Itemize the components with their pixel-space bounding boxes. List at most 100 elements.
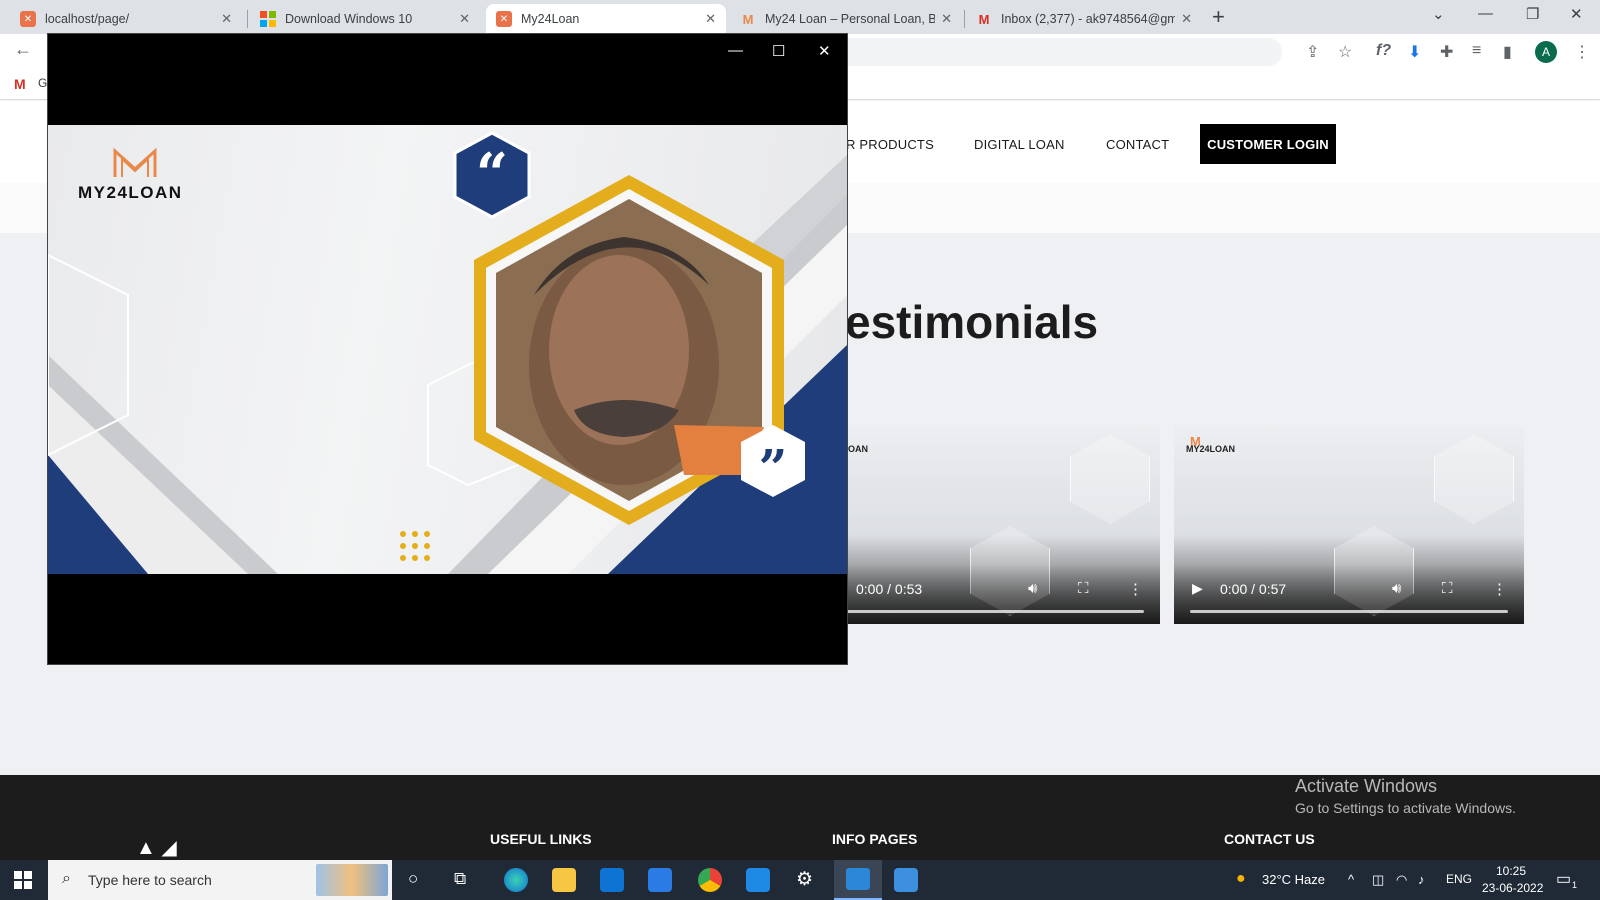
maximize-icon[interactable]: ☐ <box>772 42 785 60</box>
share-icon[interactable]: ⇪ <box>1306 42 1319 62</box>
bookmark-label[interactable]: G <box>38 76 47 90</box>
cortana-icon[interactable]: ○ <box>408 869 418 889</box>
mail-icon[interactable] <box>648 868 672 892</box>
video-logo: OAN <box>848 444 868 454</box>
close-icon[interactable]: ✕ <box>941 11 952 27</box>
tab-my24loan[interactable]: ✕ My24Loan ✕ <box>486 4 726 34</box>
close-icon[interactable]: ✕ <box>221 11 232 27</box>
download-extension-icon[interactable]: ⬇ <box>1408 42 1421 62</box>
active-app-indicator[interactable] <box>834 860 882 900</box>
more-options-icon[interactable]: ⋮ <box>1128 580 1143 598</box>
close-quote-icon: ” <box>741 425 805 497</box>
footer-useful-links-heading: USEFUL LINKS <box>490 831 592 847</box>
tab-separator <box>964 10 965 28</box>
testimonials-heading: estimonials <box>845 296 1099 348</box>
tab-gmail-inbox[interactable]: M Inbox (2,377) - ak9748564@gma ✕ <box>966 4 1202 34</box>
video-time: 0:00 / 0:53 <box>856 581 923 597</box>
video-progress-bar[interactable] <box>826 610 1144 613</box>
activate-windows-subtitle: Go to Settings to activate Windows. <box>1295 800 1516 816</box>
weather-text[interactable]: 32°C Haze <box>1262 872 1325 887</box>
tab-title: Download Windows 10 <box>285 12 413 26</box>
minimize-icon[interactable]: — <box>1478 5 1493 22</box>
puzzle-extension-icon[interactable]: ✚ <box>1440 42 1453 62</box>
formula-extension-icon[interactable]: f? <box>1376 42 1391 60</box>
clock-date[interactable]: 23-06-2022 <box>1482 881 1543 895</box>
gmail-icon[interactable]: M <box>14 76 26 92</box>
video-controls: 0:00 / 0:53 🔊︎ ⛶ ⋮ <box>810 564 1160 624</box>
vscode-icon[interactable] <box>746 868 770 892</box>
testimonial-video-1[interactable]: OAN 0:00 / 0:53 🔊︎ ⛶ ⋮ <box>810 426 1160 624</box>
task-view-icon[interactable]: ⧉ <box>454 869 466 889</box>
nav-contact[interactable]: CONTACT <box>1106 137 1169 152</box>
tab-localhost[interactable]: ✕ localhost/page/ ✕ <box>10 4 242 34</box>
nav-products[interactable]: R PRODUCTS <box>846 137 934 152</box>
profile-avatar[interactable]: A <box>1535 41 1557 63</box>
microsoft-icon <box>260 11 276 27</box>
customer-login-button[interactable]: CUSTOMER LOGIN <box>1200 124 1336 164</box>
close-icon[interactable]: ✕ <box>705 11 716 27</box>
tab-download-windows[interactable]: Download Windows 10 ✕ <box>250 4 480 34</box>
search-highlight-image <box>316 864 388 896</box>
edge-icon[interactable] <box>504 868 528 892</box>
side-panel-icon[interactable]: ▮ <box>1503 42 1512 62</box>
star-icon[interactable]: ☆ <box>1338 42 1352 62</box>
my24loan-icon: M <box>742 11 754 27</box>
windows-taskbar: ⌕ Type here to search ○ ⧉ ⚙ ● 32°C Haze … <box>0 860 1600 900</box>
footer-contact-heading: CONTACT US <box>1224 831 1315 847</box>
restore-icon[interactable]: ❐ <box>1526 5 1539 23</box>
activate-windows-title: Activate Windows <box>1295 776 1438 796</box>
tab-search-chevron-icon[interactable]: ⌄ <box>1432 5 1445 23</box>
search-icon: ⌕ <box>62 870 71 887</box>
reading-list-icon[interactable]: ≡ <box>1472 42 1481 60</box>
weather-icon[interactable]: ● <box>1236 870 1246 888</box>
meet-now-icon[interactable]: ◫ <box>1372 872 1384 888</box>
language-indicator[interactable]: ENG <box>1446 872 1472 886</box>
video-frame[interactable]: MY24LOAN “ ” <box>48 125 847 574</box>
my24loan-logo-icon <box>113 147 157 177</box>
xampp-icon: ✕ <box>496 11 512 27</box>
video-logo: MY24LOAN <box>1186 444 1236 454</box>
video-controls: ▶ 0:00 / 0:57 🔊︎ ⛶ ⋮ <box>1174 564 1524 624</box>
tab-title: localhost/page/ <box>45 12 130 26</box>
photos-icon[interactable] <box>894 868 918 892</box>
clock-time[interactable]: 10:25 <box>1496 864 1526 878</box>
new-tab-icon[interactable]: + <box>1212 4 1225 30</box>
notification-icon[interactable]: ▭ <box>1556 869 1571 889</box>
microsoft-store-icon[interactable] <box>600 868 624 892</box>
tab-my24loan-personal[interactable]: M My24 Loan – Personal Loan, Busin ✕ <box>730 4 962 34</box>
windows-start-icon[interactable] <box>14 871 32 889</box>
notification-count: 1 <box>1572 880 1578 890</box>
hexagon-decoration <box>1070 434 1150 524</box>
popup-logo-text: MY24LOAN <box>78 183 183 202</box>
gmail-icon: M <box>978 11 990 27</box>
chevron-up-icon[interactable]: ^ <box>1348 872 1354 887</box>
nav-digital-loan[interactable]: DIGITAL LOAN <box>974 137 1065 152</box>
taskbar-search-box[interactable]: ⌕ Type here to search <box>48 860 392 900</box>
wifi-icon[interactable]: ◠ <box>1396 872 1407 888</box>
video-time: 0:00 / 0:57 <box>1220 581 1287 597</box>
close-icon[interactable]: ✕ <box>1181 11 1192 27</box>
svg-text:”: ” <box>759 438 788 497</box>
settings-gear-icon[interactable]: ⚙ <box>796 868 813 891</box>
fullscreen-icon[interactable]: ⛶ <box>1442 580 1453 597</box>
video-progress-bar[interactable] <box>1190 610 1508 613</box>
search-placeholder: Type here to search <box>88 872 212 888</box>
speaker-icon[interactable]: ♪ <box>1418 872 1425 887</box>
fullscreen-icon[interactable]: ⛶ <box>1078 580 1089 597</box>
more-options-icon[interactable]: ⋮ <box>1492 580 1507 598</box>
close-icon[interactable]: ✕ <box>459 11 470 27</box>
close-icon[interactable]: ✕ <box>818 42 831 60</box>
svg-text:“: “ <box>476 141 508 207</box>
minimize-icon[interactable]: — <box>728 42 743 59</box>
volume-icon[interactable]: 🔊︎ <box>1392 580 1401 597</box>
video-popup-window[interactable]: — ☐ ✕ MY24LOAN “ ” <box>47 33 848 665</box>
footer-logo-icon: ▲ ◢ <box>136 837 177 859</box>
file-explorer-icon[interactable] <box>552 868 576 892</box>
chrome-icon[interactable] <box>698 868 722 892</box>
testimonial-video-2[interactable]: M MY24LOAN ▶ 0:00 / 0:57 🔊︎ ⛶ ⋮ <box>1174 426 1524 624</box>
volume-icon[interactable]: 🔊︎ <box>1028 580 1037 597</box>
back-arrow-icon[interactable]: ← <box>14 39 32 60</box>
play-icon[interactable]: ▶ <box>1192 580 1203 597</box>
kebab-menu-icon[interactable]: ⋮ <box>1574 42 1590 62</box>
close-window-icon[interactable]: ✕ <box>1570 5 1583 23</box>
